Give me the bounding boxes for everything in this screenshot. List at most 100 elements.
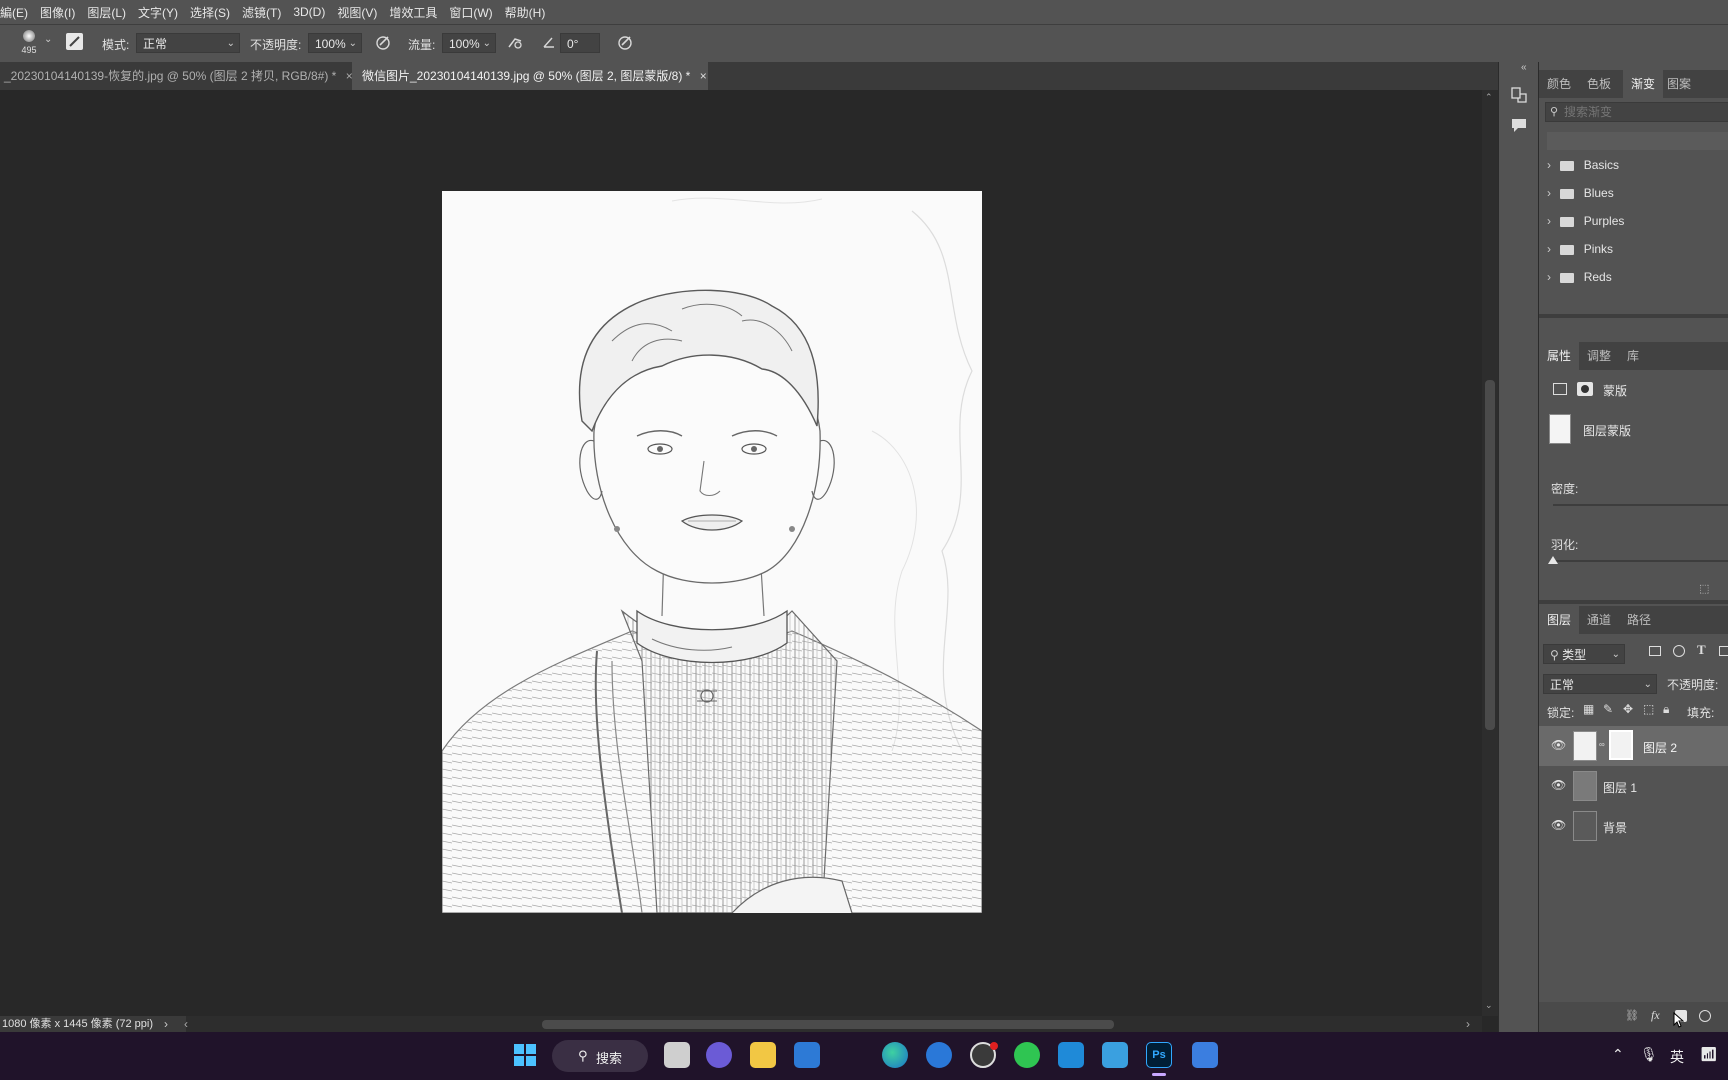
tab-recovered[interactable]: _20230104140139-恢复的.jpg @ 50% (图层 2 拷贝, … [0, 62, 353, 90]
tab-layers[interactable]: 图层 [1539, 606, 1580, 634]
opacity-input[interactable]: 100% ⌄ [308, 33, 362, 53]
brush-preset-picker[interactable]: 495 [18, 30, 40, 60]
gradient-folder-pinks[interactable]: › Pinks [1547, 238, 1613, 260]
layer-mask-thumbnail[interactable] [1609, 730, 1633, 760]
app-arrow-icon[interactable] [1058, 1042, 1084, 1068]
pixel-mask-icon[interactable] [1553, 383, 1567, 395]
angle-input[interactable]: 0° [560, 33, 600, 53]
menu-help[interactable]: 帮助(H) [499, 4, 552, 21]
blend-mode-select[interactable]: 正常 ⌄ [1543, 674, 1657, 694]
chevron-down-icon[interactable]: ⌄ [44, 34, 52, 45]
tab-properties[interactable]: 属性 [1539, 342, 1580, 370]
document-canvas[interactable] [442, 191, 982, 913]
filter-type-icon[interactable]: T [1697, 642, 1706, 658]
photos-icon[interactable] [1102, 1042, 1128, 1068]
lock-artboard-icon[interactable]: ⬚ [1643, 702, 1654, 716]
menu-type[interactable]: 文字(Y) [132, 4, 184, 21]
flow-input[interactable]: 100% ⌄ [442, 33, 496, 53]
tab-channels[interactable]: 通道 [1587, 606, 1611, 634]
pressure-size-icon[interactable] [616, 33, 634, 51]
layer-filter-select[interactable]: ⚲ 类型 ⌄ [1543, 644, 1625, 664]
tab-color[interactable]: 颜色 [1547, 70, 1571, 98]
teams-chat-icon[interactable] [706, 1042, 732, 1068]
app-bird-icon[interactable] [1192, 1042, 1218, 1068]
menu-3d[interactable]: 3D(D) [287, 5, 331, 19]
gradient-search-field[interactable]: ⚲ [1545, 102, 1728, 122]
menu-filter[interactable]: 滤镜(T) [236, 4, 287, 21]
layer-style-icon[interactable]: fx [1651, 1008, 1660, 1023]
density-slider[interactable] [1553, 504, 1728, 506]
selection-icon[interactable]: ⬚ [1699, 582, 1709, 595]
collapse-panels-icon[interactable]: « [1521, 62, 1527, 73]
tab-gradients[interactable]: 渐变 [1623, 70, 1664, 98]
photoshop-icon[interactable]: Ps [1146, 1042, 1172, 1068]
filter-shape-icon[interactable] [1719, 646, 1728, 656]
vertical-scroll-thumb[interactable] [1485, 380, 1495, 730]
menu-edit[interactable]: 編(E) [0, 4, 34, 21]
mode-select[interactable]: 正常 ⌄ [136, 33, 240, 53]
wifi-icon[interactable]: 📶︎ [1700, 1046, 1718, 1063]
menu-select[interactable]: 选择(S) [184, 4, 236, 21]
feather-slider-handle[interactable] [1548, 556, 1558, 564]
layer-row-layer-1[interactable]: 👁︎ 图层 1 [1539, 766, 1728, 806]
tab-swatches[interactable]: 色板 [1587, 70, 1611, 98]
menu-plugins[interactable]: 增效工具 [383, 4, 443, 21]
menu-image[interactable]: 图像(I) [34, 4, 81, 21]
airbrush-icon[interactable] [506, 33, 524, 51]
tab-active-document[interactable]: 微信图片_20230104140139.jpg @ 50% (图层 2, 图层蒙… [352, 62, 708, 90]
visibility-eye-icon[interactable]: 👁︎ [1551, 778, 1566, 792]
tab-patterns[interactable]: 图案 [1667, 70, 1691, 98]
app-blue-icon[interactable] [926, 1042, 952, 1068]
pressure-opacity-icon[interactable] [374, 33, 392, 51]
microsoft-store-icon[interactable] [794, 1042, 820, 1068]
scroll-right-icon[interactable]: › [1466, 1016, 1470, 1032]
tab-libraries[interactable]: 库 [1627, 342, 1639, 370]
layer-row-background[interactable]: 👁︎ 背景 [1539, 806, 1728, 846]
visibility-eye-icon[interactable]: 👁︎ [1551, 738, 1566, 752]
status-expand-icon[interactable]: › [164, 1016, 168, 1032]
tab-paths[interactable]: 路径 [1627, 606, 1651, 634]
lock-position-icon[interactable]: ✥ [1623, 702, 1633, 716]
adjustment-layer-icon[interactable] [1699, 1010, 1711, 1022]
gradient-folder-blues[interactable]: › Blues [1547, 182, 1614, 204]
scroll-down-icon[interactable]: ⌄ [1485, 1000, 1493, 1011]
gradient-folder-purples[interactable]: › Purples [1547, 210, 1624, 232]
lock-all-icon[interactable]: 🔒︎ [1663, 702, 1669, 717]
tab-adjustments[interactable]: 调整 [1587, 342, 1611, 370]
flow-value: 100% [449, 37, 480, 51]
wechat-icon[interactable] [1014, 1042, 1040, 1068]
panel-divider [1539, 600, 1728, 604]
horizontal-scroll-thumb[interactable] [542, 1020, 1114, 1029]
link-layers-icon[interactable]: ⛓︎ [1625, 1009, 1639, 1022]
taskbar-search-button[interactable]: ⚲ 搜索 [552, 1040, 648, 1072]
filter-adjustment-icon[interactable] [1673, 645, 1685, 657]
ime-indicator[interactable]: 英 [1670, 1047, 1684, 1067]
task-view-icon[interactable] [664, 1042, 690, 1068]
link-icon[interactable]: ∞ [1599, 740, 1605, 749]
windows-start-icon[interactable] [514, 1044, 536, 1066]
vector-mask-icon[interactable] [1577, 382, 1593, 396]
gradient-search-input[interactable] [1564, 104, 1724, 120]
windows-taskbar [0, 1032, 1728, 1080]
layer-row-layer-2[interactable]: 👁︎ ∞ 图层 2 [1539, 726, 1728, 766]
file-explorer-icon[interactable] [750, 1042, 776, 1068]
tray-chevron-up-icon[interactable]: ⌃ [1612, 1046, 1624, 1063]
history-icon[interactable] [1510, 86, 1528, 104]
visibility-eye-icon[interactable]: 👁︎ [1551, 818, 1566, 832]
scroll-up-icon[interactable]: ⌃ [1485, 92, 1493, 103]
edge-browser-icon[interactable] [882, 1042, 908, 1068]
menu-window[interactable]: 窗口(W) [443, 4, 498, 21]
filter-pixel-icon[interactable] [1649, 646, 1661, 656]
menu-layer[interactable]: 图层(L) [81, 4, 132, 21]
close-icon[interactable]: × [700, 69, 707, 83]
lock-image-icon[interactable]: ✎ [1603, 702, 1613, 716]
feather-slider[interactable] [1553, 560, 1728, 562]
gradient-folder-reds[interactable]: › Reds [1547, 266, 1612, 288]
gradient-folder-basics[interactable]: › Basics [1547, 154, 1619, 176]
lock-transparent-icon[interactable]: ▦ [1583, 702, 1594, 716]
menu-view[interactable]: 视图(V) [331, 4, 383, 21]
scroll-left-icon[interactable]: ‹ [184, 1016, 188, 1032]
microphone-icon[interactable]: 🎙︎ [1640, 1046, 1658, 1063]
brush-settings-icon[interactable] [66, 33, 83, 50]
comments-icon[interactable] [1510, 116, 1528, 134]
